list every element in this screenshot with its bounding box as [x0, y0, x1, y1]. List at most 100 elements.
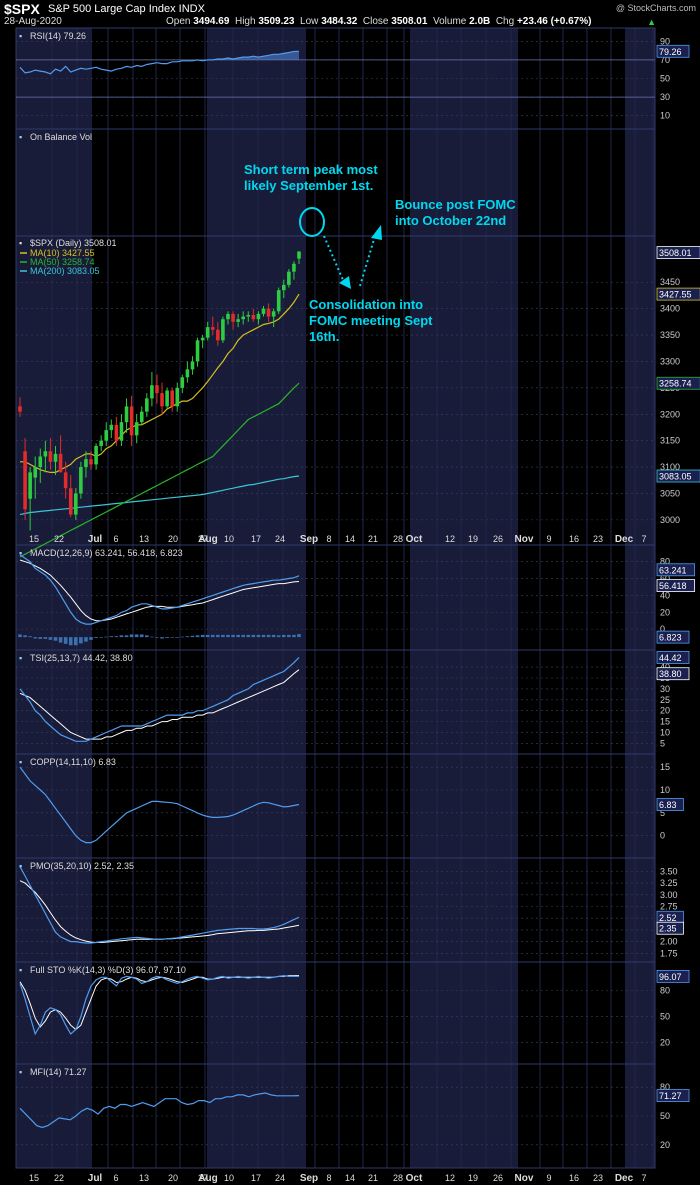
macd-title: MACD(12,26,9) 63.241, 56.418, 6.823 [30, 548, 183, 558]
candle-body [170, 390, 174, 407]
y-tick-label: 3000 [660, 515, 680, 525]
macd-histogram-bar [134, 634, 139, 638]
macd-histogram-bar [124, 635, 129, 638]
macd-histogram-bar [236, 634, 240, 638]
panel-toggle-icon[interactable]: ▪ [19, 31, 22, 41]
macd-histogram-bar [38, 637, 43, 639]
macd-panel-frame [15, 544, 656, 651]
macd-histogram-bar [74, 637, 78, 646]
copp-value-tag: 6.83 [659, 800, 677, 810]
price-toggle-icon[interactable]: ▪ [19, 238, 22, 248]
y-tick-label: 25 [660, 695, 670, 705]
macd-histogram-bar [150, 636, 154, 638]
x-tick-label: 12 [445, 534, 455, 544]
macd-signal-tag: 56.418 [659, 581, 687, 591]
panel-toggle-icon[interactable]: ▪ [19, 132, 22, 142]
pmo-signal-tag: 2.35 [659, 924, 677, 934]
macd-histogram-bar [226, 634, 230, 638]
x-tick-label: 28 [393, 534, 403, 544]
macd-histogram-bar [68, 637, 73, 646]
y-tick-label: 3350 [660, 330, 680, 340]
rsi-value-tag: 79.26 [659, 47, 682, 57]
candle-body [155, 385, 159, 394]
candle-body [251, 314, 256, 320]
candle-body [150, 385, 154, 399]
candle-body [195, 340, 200, 362]
x-tick-label: 6 [113, 534, 118, 544]
candle-body [276, 290, 281, 312]
macd-histogram-bar [18, 634, 22, 638]
macd-histogram-bar [165, 637, 169, 639]
tsi-value-tag: 44.42 [659, 653, 682, 663]
macd-value-tag: 63.241 [659, 565, 687, 575]
candle-body [292, 263, 296, 272]
y-tick-label: 80 [660, 985, 670, 995]
y-tick-label: 20 [660, 1038, 670, 1048]
panel-toggle-icon[interactable]: ▪ [19, 1067, 22, 1077]
macd-histogram-bar [256, 634, 261, 638]
candle-body [28, 472, 32, 499]
panel-toggle-icon[interactable]: ▪ [19, 653, 22, 663]
y-tick-label: 3450 [660, 277, 680, 287]
x-tick-label: 24 [275, 534, 285, 544]
macd-histogram-bar [266, 634, 271, 638]
macd-histogram-bar [210, 634, 215, 638]
panel-toggle-icon[interactable]: ▪ [19, 757, 22, 767]
macd-histogram-bar [23, 635, 27, 638]
candle-body [190, 361, 195, 370]
candle-body [124, 406, 129, 423]
candle-body [99, 440, 103, 446]
x-tick-label: Aug [198, 1173, 217, 1184]
x-tick-label: Oct [406, 534, 423, 545]
macd-histogram-bar [63, 637, 68, 644]
candle-body [84, 459, 88, 468]
macd-histogram-bar [129, 634, 134, 638]
x-tick-label: 10 [224, 534, 234, 544]
panel-toggle-icon[interactable]: ▪ [19, 548, 22, 558]
candle-body [266, 308, 271, 317]
x-tick-label: 15 [29, 534, 39, 544]
rsi-title: RSI(14) 79.26 [30, 31, 86, 41]
candle-body [180, 377, 185, 388]
macd-histogram-bar [281, 634, 286, 638]
macd-histogram-bar [200, 634, 205, 638]
macd-histogram-bar [175, 637, 180, 638]
obv-title: On Balance Vol [30, 132, 92, 142]
ma10-value-tag: 3427.55 [659, 290, 692, 300]
macd-y-axis: 806040200 [16, 557, 670, 634]
x-tick-label: 7 [641, 1173, 646, 1183]
mfi-y-axis: 805020 [16, 1082, 670, 1150]
macd-histogram-bar [190, 635, 195, 638]
macd-histogram-bar [33, 637, 38, 639]
month-band [207, 28, 306, 1168]
y-tick-label: 2.00 [660, 937, 678, 947]
y-tick-label: 30 [660, 684, 670, 694]
candle-body [43, 451, 48, 457]
x-tick-label: 24 [275, 1173, 285, 1183]
candle-body [221, 319, 225, 341]
macd-histogram-bar [114, 636, 119, 638]
y-tick-label: 3200 [660, 409, 680, 419]
panel-toggle-icon[interactable]: ▪ [19, 965, 22, 975]
pmo-y-axis: 3.503.253.002.752.502.252.001.75 [16, 866, 678, 958]
macd-histogram-bar [216, 634, 220, 638]
macd-histogram-bar [99, 637, 103, 638]
tsi-signal-tag: 38.80 [659, 669, 682, 679]
candle-body [74, 493, 78, 515]
macd-histogram-bar [185, 636, 190, 638]
macd-histogram-bar [104, 636, 109, 638]
candle-body [18, 406, 22, 412]
y-tick-label: 3.00 [660, 890, 678, 900]
x-tick-label: 21 [368, 1173, 378, 1183]
y-tick-label: 2.75 [660, 901, 678, 911]
panel-toggle-icon[interactable]: ▪ [19, 861, 22, 871]
month-bands [16, 28, 655, 1168]
candle-body [63, 472, 68, 489]
y-tick-label: 50 [660, 74, 670, 84]
x-tick-label: 13 [139, 534, 149, 544]
candle-body [139, 411, 144, 423]
y-tick-label: 3400 [660, 304, 680, 314]
x-tick-label: 14 [345, 1173, 355, 1183]
x-tick-label: 16 [569, 534, 579, 544]
macd-histogram-bar [53, 637, 58, 641]
